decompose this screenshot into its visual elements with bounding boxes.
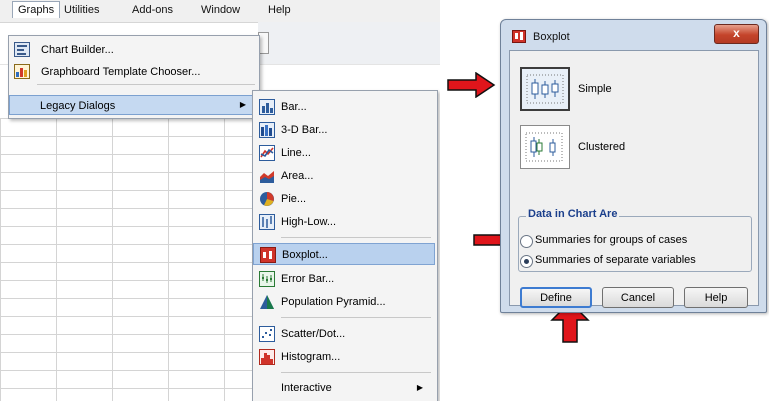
- menu-item-boxplot[interactable]: Boxplot...: [253, 243, 435, 265]
- group-title: Data in Chart Are: [526, 208, 620, 220]
- menu-item-label: Legacy Dialogs: [40, 100, 116, 112]
- arrow-right-icon: [447, 72, 496, 98]
- menu-window[interactable]: Window: [201, 4, 240, 16]
- groups-of-cases-label: Summaries for groups of cases: [535, 234, 688, 246]
- menu-item-bar[interactable]: Bar...: [253, 96, 435, 118]
- histogram-icon: [259, 349, 275, 365]
- menu-item-error-bar[interactable]: Error Bar...: [253, 268, 435, 290]
- menu-item-label: Error Bar...: [281, 273, 335, 285]
- simple-boxplot-icon: [526, 74, 564, 104]
- boxplot-icon: [260, 247, 276, 263]
- menu-separator: [281, 317, 431, 318]
- menu-item-label: Scatter/Dot...: [281, 328, 346, 340]
- groups-of-cases-radio[interactable]: [520, 235, 533, 248]
- define-button[interactable]: Define: [520, 287, 592, 308]
- menu-item-line[interactable]: Line...: [253, 142, 435, 164]
- line-chart-icon: [259, 145, 275, 161]
- menu-item-chart-builder[interactable]: Chart Builder...: [9, 40, 259, 60]
- separate-variables-radio[interactable]: [520, 255, 533, 268]
- legacy-dialogs-menu: Bar... 3-D Bar... Line... Area... Pie...…: [252, 90, 438, 401]
- spss-window: Graphs Utilities Add-ons Window Help Cha…: [0, 0, 440, 401]
- menu-separator: [281, 372, 431, 373]
- menu-graphs[interactable]: Graphs: [12, 1, 61, 18]
- menu-item-label: High-Low...: [281, 216, 337, 228]
- menu-item-legacy-dialogs[interactable]: Legacy Dialogs ▶: [9, 95, 259, 115]
- menu-separator: [281, 237, 431, 238]
- menu-item-label: Histogram...: [281, 351, 341, 363]
- dialog-title: Boxplot: [533, 31, 570, 43]
- menu-item-scatter-dot[interactable]: Scatter/Dot...: [253, 323, 435, 345]
- boxplot-dialog: Boxplot x Simple Clustered Data in Chart…: [500, 19, 767, 313]
- menu-item-label: Pie...: [281, 193, 307, 205]
- simple-type-button[interactable]: [520, 67, 570, 111]
- menu-item-interactive[interactable]: Interactive ▶: [253, 377, 435, 399]
- menu-item-label: Line...: [281, 147, 311, 159]
- separate-variables-label: Summaries of separate variables: [535, 254, 696, 266]
- menu-separator: [37, 84, 255, 85]
- clustered-boxplot-icon: [525, 132, 563, 162]
- menu-item-label: Graphboard Template Chooser...: [41, 66, 201, 78]
- dialog-body: Simple Clustered Data in Chart Are Summa…: [509, 50, 759, 308]
- menu-item-graphboard[interactable]: Graphboard Template Chooser...: [9, 62, 259, 82]
- menu-item-label: Interactive: [281, 382, 332, 394]
- menu-help[interactable]: Help: [268, 4, 291, 16]
- submenu-arrow-icon: ▶: [416, 383, 423, 392]
- help-button[interactable]: Help: [684, 287, 748, 308]
- error-bar-icon: [259, 271, 275, 287]
- menu-utilities[interactable]: Utilities: [64, 4, 99, 16]
- submenu-arrow-icon: ▶: [239, 100, 246, 109]
- menu-item-label: Population Pyramid...: [281, 296, 386, 308]
- scatter-icon: [259, 326, 275, 342]
- data-grid[interactable]: [0, 118, 258, 401]
- high-low-icon: [259, 214, 275, 230]
- menu-item-pie[interactable]: Pie...: [253, 188, 435, 210]
- menu-item-area[interactable]: Area...: [253, 165, 435, 187]
- clustered-type-button[interactable]: [520, 125, 570, 169]
- pie-chart-icon: [260, 192, 274, 206]
- menu-item-3d-bar[interactable]: 3-D Bar...: [253, 119, 435, 141]
- menu-item-label: Chart Builder...: [41, 44, 114, 56]
- cancel-button[interactable]: Cancel: [602, 287, 674, 308]
- menu-item-histogram[interactable]: Histogram...: [253, 346, 435, 368]
- clustered-type-label: Clustered: [578, 141, 626, 153]
- graphs-menu: Chart Builder... Graphboard Template Cho…: [8, 35, 260, 119]
- boxplot-app-icon: [512, 30, 526, 43]
- close-button[interactable]: x: [714, 24, 759, 44]
- 3d-bar-icon: [259, 122, 275, 138]
- pyramid-icon: [260, 295, 274, 309]
- area-chart-icon: [260, 171, 274, 183]
- chart-builder-icon: [14, 42, 30, 57]
- menu-add-ons[interactable]: Add-ons: [132, 4, 173, 16]
- menu-bar: Graphs Utilities Add-ons Window Help: [0, 0, 440, 23]
- bar-chart-icon: [259, 99, 275, 115]
- simple-type-label: Simple: [578, 83, 612, 95]
- menu-item-population-pyramid[interactable]: Population Pyramid...: [253, 291, 435, 313]
- menu-item-high-low[interactable]: High-Low...: [253, 211, 435, 233]
- menu-item-label: Bar...: [281, 101, 307, 113]
- toolbar: [258, 22, 440, 65]
- menu-item-label: 3-D Bar...: [281, 124, 328, 136]
- menu-item-label: Area...: [281, 170, 314, 182]
- menu-item-label: Boxplot...: [282, 249, 328, 261]
- graphboard-icon: [14, 64, 30, 79]
